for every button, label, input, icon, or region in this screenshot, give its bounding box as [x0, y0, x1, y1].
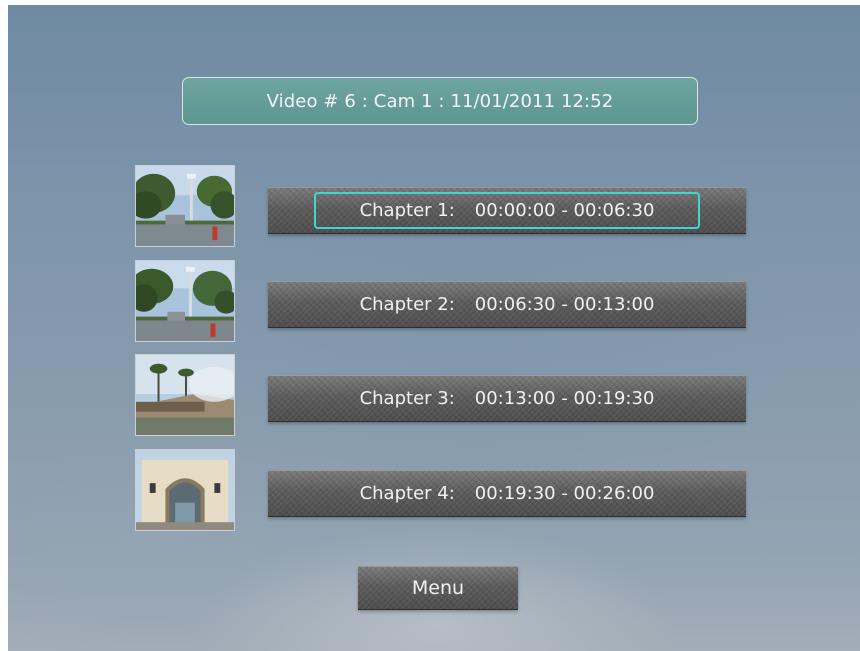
chapter-4-label: Chapter 4: 00:19:30 - 00:26:00	[359, 483, 655, 504]
chapter-2-thumbnail[interactable]	[135, 260, 235, 342]
video-title-text: Video # 6 : Cam 1 : 11/01/2011 12:52	[266, 90, 614, 112]
menu-button[interactable]: Menu	[358, 566, 518, 610]
chapter-4-thumbnail[interactable]	[135, 449, 235, 531]
chapter-3-label: Chapter 3: 00:13:00 - 00:19:30	[359, 388, 655, 409]
chapter-3-button[interactable]: Chapter 3: 00:13:00 - 00:19:30	[268, 375, 746, 422]
chapter-1-button[interactable]: Chapter 1: 00:00:00 - 00:06:30	[268, 187, 746, 234]
chapter-1-label: Chapter 1: 00:00:00 - 00:06:30	[314, 192, 700, 229]
chapter-2-button[interactable]: Chapter 2: 00:06:30 - 00:13:00	[268, 281, 746, 328]
menu-button-label: Menu	[411, 577, 465, 599]
chapter-4-button[interactable]: Chapter 4: 00:19:30 - 00:26:00	[268, 470, 746, 517]
video-title-banner: Video # 6 : Cam 1 : 11/01/2011 12:52	[182, 77, 698, 125]
chapter-3-thumbnail[interactable]	[135, 354, 235, 436]
chapter-1-thumbnail[interactable]	[135, 165, 235, 247]
dvd-chapter-menu-screen: Video # 6 : Cam 1 : 11/01/2011 12:52 Cha…	[8, 5, 860, 651]
chapter-2-label: Chapter 2: 00:06:30 - 00:13:00	[359, 294, 655, 315]
